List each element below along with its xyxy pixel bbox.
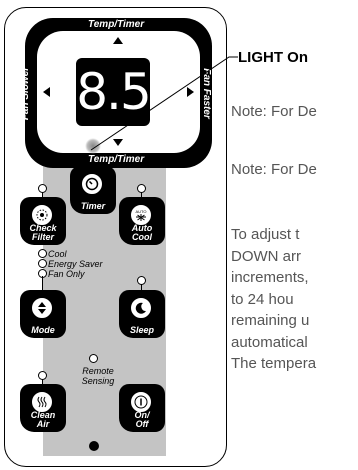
paragraph-line: increments,: [231, 269, 309, 286]
paragraph-line: to 24 hou: [231, 290, 294, 308]
paragraph-line: DOWN arr: [231, 247, 301, 265]
paragraph-line: To adjust t: [231, 226, 300, 243]
note-2: Note: For De: [231, 161, 317, 178]
light-on-callout: LIGHT On: [238, 49, 308, 66]
note-1: Note: For De: [231, 103, 317, 120]
paragraph-line: The tempera: [231, 355, 317, 372]
instructions-paragraph: To adjust t DOWN arr increments, to 24 h…: [231, 224, 316, 375]
paragraph-line: remaining u: [231, 312, 310, 329]
paragraph-line: automatical: [231, 333, 308, 351]
